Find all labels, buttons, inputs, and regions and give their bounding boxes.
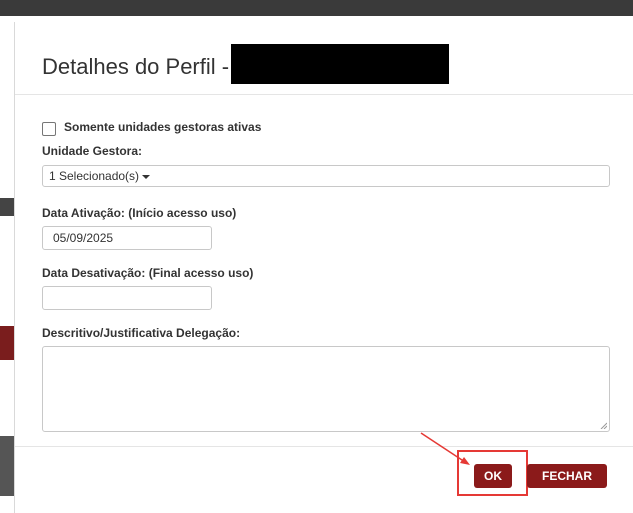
- active-units-checkbox-label: Somente unidades gestoras ativas: [64, 120, 262, 134]
- backdrop-strip: [0, 326, 14, 360]
- backdrop-strip: [0, 198, 14, 216]
- backdrop-strip: [0, 436, 14, 496]
- caret-down-icon: [142, 174, 151, 179]
- managing-unit-label: Unidade Gestora:: [42, 144, 143, 158]
- active-units-checkbox[interactable]: [42, 122, 56, 136]
- activation-date-input[interactable]: 05/09/2025: [42, 226, 212, 250]
- modal-header: Detalhes do Perfil -: [15, 22, 633, 95]
- resize-handle-icon[interactable]: [600, 422, 607, 429]
- justification-textarea[interactable]: [42, 346, 610, 432]
- modal-title: Detalhes do Perfil -: [42, 54, 230, 79]
- justification-label: Descritivo/Justificativa Delegação:: [42, 326, 241, 340]
- deactivation-date-input[interactable]: [42, 286, 212, 310]
- backdrop-top-bar: [0, 0, 633, 16]
- ok-button[interactable]: OK: [474, 464, 512, 488]
- deactivation-date-label: Data Desativação: (Final acesso uso): [42, 266, 254, 280]
- profile-details-modal: Detalhes do Perfil - Somente unidades ge…: [14, 22, 633, 513]
- managing-unit-select-value: 1 Selecionado(s): [49, 169, 140, 183]
- footer-divider: [15, 446, 633, 447]
- backdrop-left-edge: [0, 16, 14, 513]
- managing-unit-select[interactable]: 1 Selecionado(s): [42, 165, 610, 187]
- close-button[interactable]: FECHAR: [527, 464, 607, 488]
- active-units-filter: Somente unidades gestoras ativas: [42, 118, 261, 136]
- redacted-profile-name: [231, 44, 449, 84]
- activation-date-label: Data Ativação: (Início acesso uso): [42, 206, 237, 220]
